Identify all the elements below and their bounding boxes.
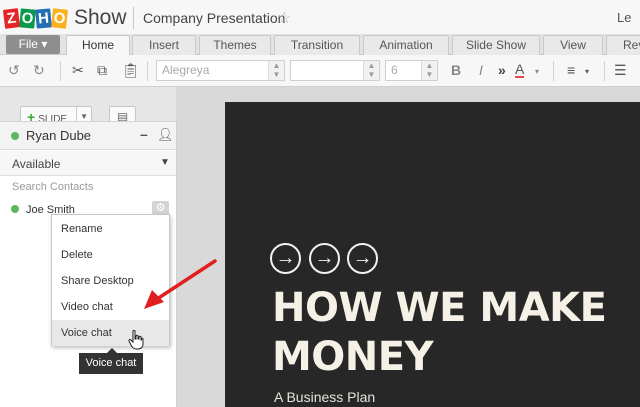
chat-user-name: Ryan Dube [26, 128, 92, 143]
menu-item-rename[interactable]: Rename [52, 216, 169, 242]
title-bar: Z O H O Show Company Presentation ☆ Le [0, 0, 640, 34]
menu-item-video-chat[interactable]: Video chat [52, 294, 169, 320]
title-divider [133, 7, 134, 29]
font-style-spinner[interactable]: ▲ ▼ [363, 61, 379, 80]
status-label: Available [12, 157, 61, 171]
menu-item-voice-chat[interactable]: Voice chat [52, 320, 169, 346]
bold-button[interactable]: B [451, 62, 461, 78]
toolbar-divider [147, 61, 148, 81]
cut-icon[interactable]: ✂ [72, 62, 84, 79]
align-dropdown-icon[interactable]: ▾ [585, 67, 589, 76]
tooltip: Voice chat [79, 348, 143, 374]
tab-insert[interactable]: Insert [132, 35, 196, 56]
add-contact-icon[interactable]: 👤︎ [157, 127, 174, 143]
paste-icon[interactable]: 📋︎ [122, 62, 140, 79]
tab-view[interactable]: View [543, 35, 603, 56]
arrow-right-icon: → [309, 243, 340, 274]
tab-home[interactable]: Home [66, 35, 130, 56]
font-color-dropdown-icon[interactable]: ▾ [535, 67, 539, 76]
tab-transition[interactable]: Transition [274, 35, 360, 56]
slide-title-line: MONEY [272, 334, 434, 380]
tab-slide-show[interactable]: Slide Show [452, 35, 540, 56]
font-size-input[interactable]: 6 ▲ ▼ [385, 60, 438, 81]
online-status-icon [11, 132, 19, 140]
arrow-right-icon: → [270, 243, 301, 274]
font-style-select[interactable]: ▲ ▼ [290, 60, 380, 81]
search-contacts-input[interactable]: Search Contacts [12, 181, 93, 193]
toolbar-divider [604, 61, 605, 81]
undo-icon[interactable]: ↺ [8, 62, 20, 79]
menu-item-share-desktop[interactable]: Share Desktop [52, 268, 169, 294]
menu-item-delete[interactable]: Delete [52, 242, 169, 268]
arrow-right-icon: → [347, 243, 378, 274]
tab-animation[interactable]: Animation [363, 35, 449, 56]
logo-letter-h: H [35, 7, 52, 29]
font-color-button[interactable]: A [515, 62, 525, 78]
slide-title[interactable]: HOW WE MAKE MONEY [272, 284, 632, 382]
logo-letter-o2: O [51, 7, 68, 29]
copy-icon[interactable]: ⧉ [97, 62, 107, 79]
slide-subtitle[interactable]: A Business Plan [274, 389, 375, 405]
user-menu[interactable]: Le [617, 10, 631, 25]
tab-themes[interactable]: Themes [199, 35, 271, 56]
font-family-spinner[interactable]: ▲ ▼ [268, 61, 284, 80]
minimize-icon[interactable]: – [140, 126, 148, 142]
toolbar-divider [60, 61, 61, 81]
logo-letter-o: O [19, 7, 36, 29]
zoho-show-logo[interactable]: Z O H O Show [2, 6, 127, 30]
font-family-select[interactable]: Alegreya ▲ ▼ [156, 60, 285, 81]
formatting-toolbar: ↺ ↻ ✂ ⧉ 📋︎ Alegreya ▲ ▼ ▲ ▼ 6 ▲ ▼ B I » A ▾… [0, 55, 640, 87]
ribbon-tabs: File ▾ Home Insert Themes Transition Ani… [0, 34, 640, 56]
app-name: Show [74, 6, 127, 29]
star-icon[interactable]: ☆ [277, 8, 291, 28]
status-dropdown[interactable]: Available ▼ [0, 151, 176, 176]
online-status-icon [11, 205, 19, 213]
hand-pointer-icon [128, 330, 144, 350]
italic-button[interactable]: I [479, 62, 483, 78]
toolbar-divider [553, 61, 554, 81]
contact-context-menu: Rename Delete Share Desktop Video chat V… [51, 214, 170, 346]
font-size-spinner[interactable]: ▲ ▼ [421, 61, 437, 80]
logo-letter-z: Z [2, 7, 21, 29]
file-menu-button[interactable]: File ▾ [6, 35, 60, 54]
superscript-button[interactable]: » [498, 62, 506, 78]
tab-review[interactable]: Rev [606, 35, 640, 56]
chevron-down-icon[interactable]: ▼ [160, 157, 170, 168]
redo-icon[interactable]: ↻ [33, 62, 45, 79]
document-title[interactable]: Company Presentation [143, 10, 285, 26]
slide-title-line: HOW WE MAKE [272, 285, 607, 331]
align-left-icon[interactable]: ≡ [567, 62, 575, 78]
chat-header: Ryan Dube – 👤︎ [0, 122, 176, 150]
bullet-list-icon[interactable]: ☰ [614, 62, 627, 79]
